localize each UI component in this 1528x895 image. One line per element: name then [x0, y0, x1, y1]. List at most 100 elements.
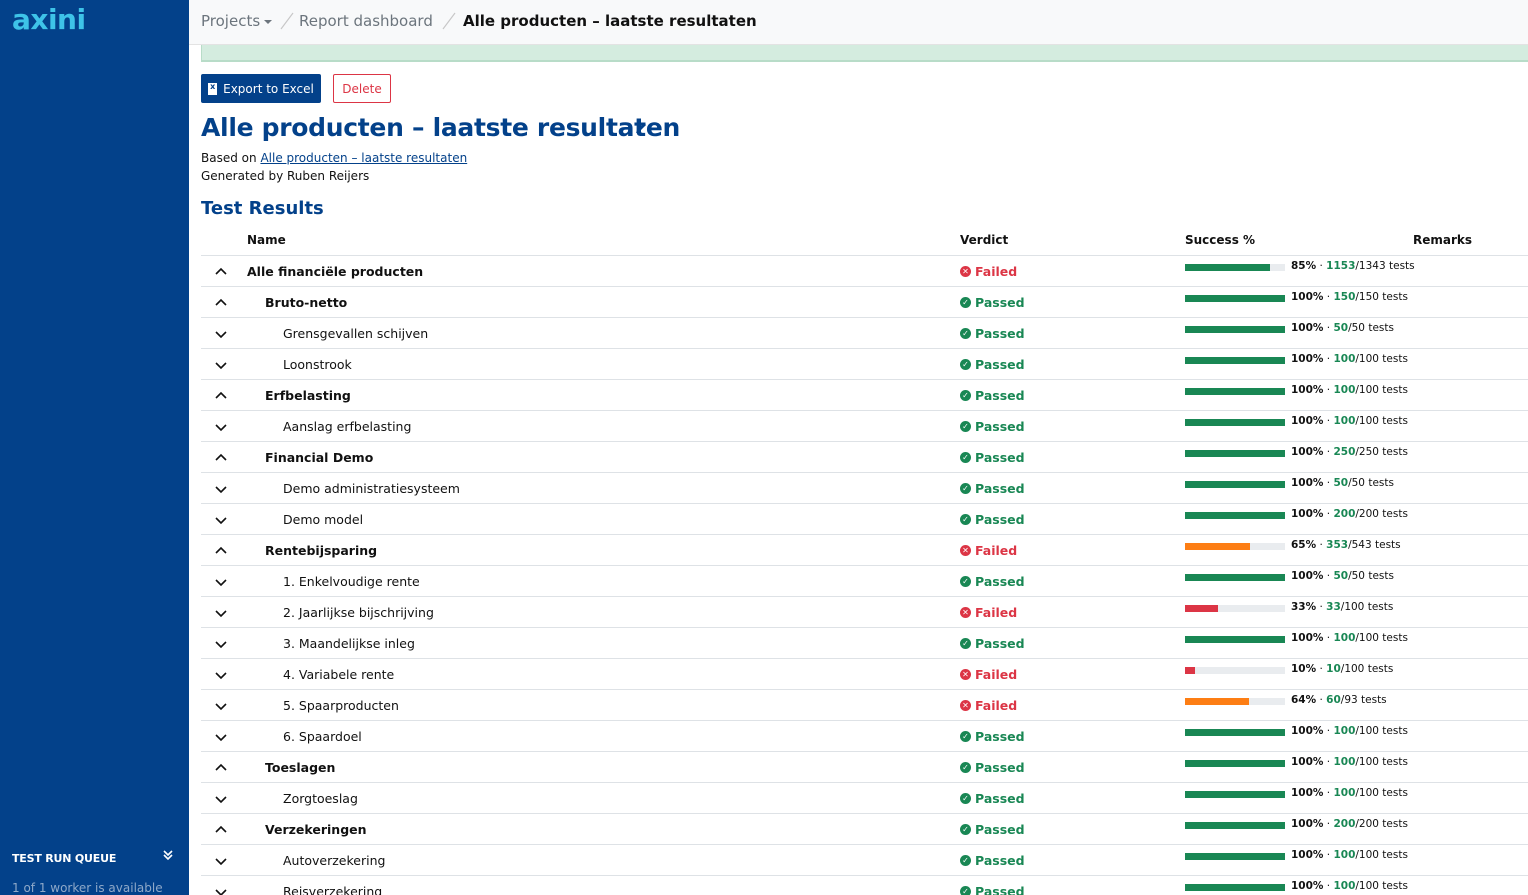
success-progress-fill	[1185, 698, 1249, 705]
breadcrumb-current: Alle producten – laatste resultaten	[463, 12, 757, 30]
verdict-label: Passed	[975, 295, 1025, 310]
success-stat: 100% · 100/100 tests	[1291, 880, 1408, 892]
x-circle-icon: ✕	[960, 266, 971, 277]
stat-separator: ·	[1323, 508, 1334, 520]
verdict-label: Passed	[975, 853, 1025, 868]
chevron-down-icon[interactable]	[214, 854, 228, 868]
verdict-badge: ✕ Failed	[960, 264, 1017, 279]
table-row[interactable]: 4. Variabele rente ✕ Failed 10% · 10/100 te…	[201, 659, 1528, 690]
table-row[interactable]: 3. Maandelijkse inleg ✓ Passed 100% · 100/1…	[201, 628, 1528, 659]
chevron-down-icon[interactable]	[214, 513, 228, 527]
total-tests: /100 tests	[1355, 632, 1408, 644]
success-progress-bar	[1185, 543, 1285, 550]
table-row[interactable]: Financial Demo ✓ Passed 100% · 250/250 test…	[201, 442, 1528, 473]
success-progress-fill	[1185, 729, 1285, 736]
stat-separator: ·	[1316, 539, 1327, 551]
chevron-up-icon[interactable]	[214, 544, 228, 558]
verdict-badge: ✓ Passed	[960, 760, 1025, 775]
success-progress-fill	[1185, 760, 1285, 767]
row-name: Demo model	[283, 512, 364, 527]
verdict-label: Passed	[975, 822, 1025, 837]
success-progress-bar	[1185, 512, 1285, 519]
table-row[interactable]: 5. Spaarproducten ✕ Failed 64% · 60/93 test…	[201, 690, 1528, 721]
passed-count: 33	[1326, 601, 1341, 613]
row-name: Toeslagen	[265, 760, 336, 775]
delete-button[interactable]: Delete	[333, 74, 391, 103]
table-row[interactable]: Erfbelasting ✓ Passed 100% · 100/100 tests	[201, 380, 1528, 411]
chevron-up-icon[interactable]	[214, 389, 228, 403]
check-circle-icon: ✓	[960, 483, 971, 494]
table-row[interactable]: Demo model ✓ Passed 100% · 200/200 tests	[201, 504, 1528, 535]
total-tests: /100 tests	[1355, 384, 1408, 396]
table-row[interactable]: Grensgevallen schijven ✓ Passed 100% · 50/5…	[201, 318, 1528, 349]
stat-separator: ·	[1323, 446, 1334, 458]
table-row[interactable]: Zorgtoeslag ✓ Passed 100% · 100/100 tests	[201, 783, 1528, 814]
row-name: 4. Variabele rente	[283, 667, 395, 682]
check-circle-icon: ✓	[960, 793, 971, 804]
success-stat: 100% · 100/100 tests	[1291, 849, 1408, 861]
app-logo[interactable]: axini	[12, 3, 86, 36]
breadcrumb-report-dashboard[interactable]: Report dashboard	[299, 12, 433, 30]
chevron-up-icon[interactable]	[214, 451, 228, 465]
column-name[interactable]: Name	[247, 233, 286, 247]
pencil-icon[interactable]	[633, 120, 649, 136]
chevron-down-icon[interactable]	[214, 699, 228, 713]
table-row[interactable]: Verzekeringen ✓ Passed 100% · 200/200 tests	[201, 814, 1528, 845]
success-percentage: 64%	[1291, 694, 1317, 706]
table-row[interactable]: 1. Enkelvoudige rente ✓ Passed 100% · 50/50…	[201, 566, 1528, 597]
verdict-label: Passed	[975, 388, 1025, 403]
breadcrumb-projects[interactable]: Projects	[201, 12, 273, 30]
column-success[interactable]: Success %	[1185, 233, 1255, 247]
based-on-link[interactable]: Alle producten – laatste resultaten	[260, 151, 467, 165]
success-progress-fill	[1185, 419, 1285, 426]
success-stat: 65% · 353/543 tests	[1291, 539, 1401, 551]
success-percentage: 100%	[1291, 508, 1324, 520]
chevron-down-icon[interactable]	[214, 668, 228, 682]
chevron-down-icon[interactable]	[214, 606, 228, 620]
table-row[interactable]: Demo administratiesysteem ✓ Passed 100% · 5…	[201, 473, 1528, 504]
verdict-label: Passed	[975, 512, 1025, 527]
table-row[interactable]: Alle financiële producten ✕ Failed 85% · 11…	[201, 256, 1528, 287]
table-row[interactable]: Toeslagen ✓ Passed 100% · 100/100 tests	[201, 752, 1528, 783]
chevron-down-icon[interactable]	[214, 885, 228, 895]
chevron-down-icon[interactable]	[214, 575, 228, 589]
chevron-down-icon[interactable]	[214, 637, 228, 651]
chevron-up-icon[interactable]	[214, 296, 228, 310]
table-row[interactable]: Autoverzekering ✓ Passed 100% · 100/100 tes…	[201, 845, 1528, 876]
chevron-down-icon[interactable]	[214, 327, 228, 341]
table-row[interactable]: Aanslag erfbelasting ✓ Passed 100% · 100/10…	[201, 411, 1528, 442]
stat-separator: ·	[1323, 787, 1334, 799]
success-progress-bar	[1185, 388, 1285, 395]
chevron-down-icon[interactable]	[214, 792, 228, 806]
success-stat: 100% · 100/100 tests	[1291, 353, 1408, 365]
chevron-down-icon[interactable]	[214, 358, 228, 372]
chevron-down-icon[interactable]	[214, 482, 228, 496]
table-row[interactable]: Bruto-netto ✓ Passed 100% · 150/150 tests	[201, 287, 1528, 318]
table-row[interactable]: Rentebijsparing ✕ Failed 65% · 353/543 test…	[201, 535, 1528, 566]
table-row[interactable]: Loonstrook ✓ Passed 100% · 100/100 tests	[201, 349, 1528, 380]
row-name: Reisverzekering	[283, 884, 383, 895]
passed-count: 200	[1333, 818, 1356, 830]
chevron-down-icon[interactable]	[214, 420, 228, 434]
chevron-up-icon[interactable]	[214, 265, 228, 279]
export-to-excel-button[interactable]: Export to Excel	[201, 74, 321, 103]
check-circle-icon: ✓	[960, 824, 971, 835]
chevron-up-icon[interactable]	[214, 823, 228, 837]
verdict-badge: ✓ Passed	[960, 853, 1025, 868]
passed-count: 100	[1333, 632, 1356, 644]
success-percentage: 100%	[1291, 787, 1324, 799]
column-verdict[interactable]: Verdict	[960, 233, 1008, 247]
row-name: 6. Spaardoel	[283, 729, 362, 744]
chevron-down-icon[interactable]	[214, 730, 228, 744]
passed-count: 200	[1333, 508, 1356, 520]
success-progress-bar	[1185, 760, 1285, 767]
verdict-label: Passed	[975, 419, 1025, 434]
table-row[interactable]: Reisverzekering ✓ Passed 100% · 100/100 tes…	[201, 876, 1528, 895]
chevrons-down-icon[interactable]	[162, 849, 174, 865]
table-row[interactable]: 2. Jaarlijkse bijschrijving ✕ Failed 33% · …	[201, 597, 1528, 628]
total-tests: /200 tests	[1355, 508, 1408, 520]
chevron-up-icon[interactable]	[214, 761, 228, 775]
table-row[interactable]: 6. Spaardoel ✓ Passed 100% · 100/100 tests	[201, 721, 1528, 752]
success-progress-bar	[1185, 605, 1285, 612]
x-circle-icon: ✕	[960, 607, 971, 618]
